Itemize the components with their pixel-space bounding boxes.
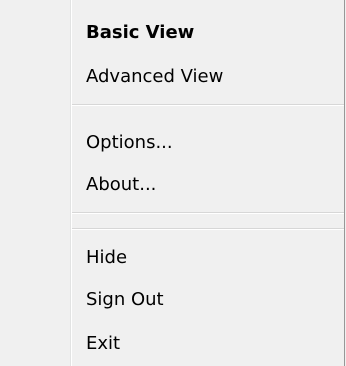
context-menu: Basic View Advanced View Options... Abou… [0,0,345,366]
menu-item-exit[interactable]: Exit [0,324,344,364]
menu-separator [72,228,344,230]
menu-item-hide[interactable]: Hide [0,238,344,278]
menu-item-advanced-view[interactable]: Advanced View [0,57,344,97]
menu-item-options[interactable]: Options... [0,123,344,163]
menu-item-basic-view[interactable]: Basic View [0,13,344,53]
menu-separator [72,104,344,106]
menu-item-label: Options... [86,132,173,153]
menu-item-label: Exit [86,333,121,354]
menu-item-label: Basic View [86,22,195,43]
menu-item-about[interactable]: About... [0,165,344,205]
menu-item-label: Sign Out [86,289,164,310]
menu-item-label: Advanced View [86,66,224,87]
menu-item-label: Hide [86,247,128,268]
menu-item-label: About... [86,174,157,195]
menu-separator [72,212,344,214]
menu-item-sign-out[interactable]: Sign Out [0,280,344,320]
